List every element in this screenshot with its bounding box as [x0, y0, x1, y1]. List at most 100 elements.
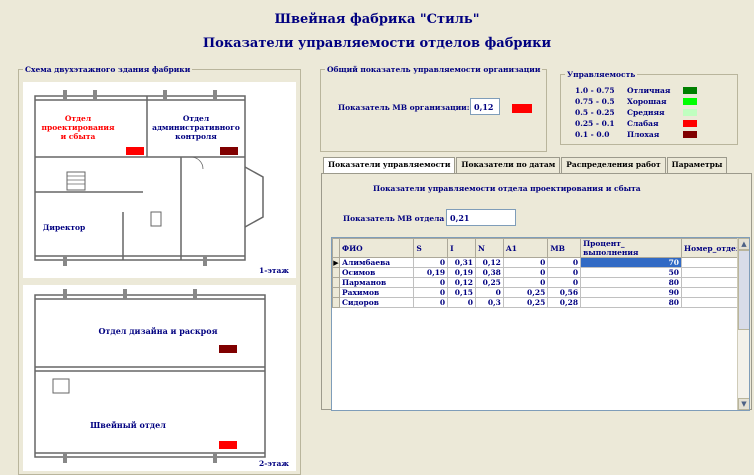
scale-item: 1.0 - 0.75 Отличная [575, 86, 670, 95]
table-cell[interactable]: 0 [413, 297, 449, 308]
building-schema-legend: Схема двухэтажного здания фабрики [25, 65, 191, 74]
table-cell[interactable]: 0 [413, 287, 449, 298]
table-cell[interactable]: 0 [502, 267, 549, 278]
row-indicator[interactable] [332, 267, 340, 278]
tab-strip: Показатели управляемости Показатели по д… [323, 157, 728, 173]
scale-legend: Управляемость [567, 70, 636, 79]
empty-row [333, 341, 749, 352]
table-row[interactable]: Парманов00,120,2500801 [332, 277, 749, 288]
table-cell[interactable]: Осимов [338, 267, 415, 278]
table-cell[interactable]: 80 [580, 277, 683, 288]
table-row[interactable]: Рахимов00,1500,250,56901 [332, 287, 749, 298]
table-cell[interactable]: 90 [580, 287, 683, 298]
room-design-sales-label: Отдел проектирования и сбыта [41, 114, 115, 141]
tab-parameters[interactable]: Параметры [666, 157, 728, 173]
table-cell[interactable]: 0,25 [502, 297, 549, 308]
table-cell[interactable]: 0,56 [547, 287, 582, 298]
design-cutting-indicator[interactable] [219, 345, 237, 353]
table-cell[interactable]: 0,15 [447, 287, 477, 298]
room-admin-control-label: Отдел административного контроля [152, 114, 240, 141]
table-cell[interactable]: 0,19 [447, 267, 477, 278]
admin-control-indicator[interactable] [220, 147, 238, 155]
table-cell[interactable]: 0 [547, 277, 582, 288]
table-cell[interactable]: 0 [502, 277, 549, 288]
scale-swatch [683, 98, 697, 105]
table-cell[interactable]: 0 [475, 287, 504, 298]
org-mb-label: Показатель МВ организации: [338, 103, 470, 112]
scroll-up-icon[interactable]: ▲ [738, 238, 749, 250]
table-cell[interactable]: 0,25 [475, 277, 504, 288]
org-mb-field[interactable]: 0,12 [470, 98, 500, 115]
row-indicator[interactable]: ▶ [332, 257, 340, 268]
table-cell[interactable]: Рахимов [338, 287, 415, 298]
employee-grid[interactable]: ФИО S I N A1 MB Процент_ выполнения Номе… [331, 237, 750, 411]
table-cell[interactable]: 0,12 [475, 257, 504, 268]
table-cell[interactable]: 0,25 [502, 287, 549, 298]
scale-range: 0.5 - 0.25 [575, 108, 615, 117]
table-cell[interactable]: 0 [413, 277, 449, 288]
grid-vertical-scrollbar[interactable]: ▲ ▼ [737, 238, 749, 410]
design-sales-indicator[interactable] [126, 147, 144, 155]
table-row[interactable]: Сидоров000,30,250,28801 [332, 297, 749, 308]
scale-swatch [683, 131, 697, 138]
col-s[interactable]: S [413, 238, 449, 258]
scale-name: Плохая [627, 130, 660, 139]
scale-item: 0.5 - 0.25 Средняя [575, 108, 665, 117]
dept-mb-label: Показатель МВ отдела [343, 214, 445, 223]
room-sewing-label: Швейный отдел [90, 420, 166, 430]
tab-management[interactable]: Показатели управляемости [323, 157, 456, 173]
dept-mb-field[interactable]: 0,21 [446, 209, 516, 226]
col-percent[interactable]: Процент_ выполнения [580, 238, 683, 258]
empty-row [333, 363, 749, 374]
col-fio[interactable]: ФИО [338, 238, 415, 258]
table-cell[interactable]: 0,19 [413, 267, 449, 278]
scale-name: Слабая [627, 119, 659, 128]
floor2-label: 2-этаж [259, 459, 289, 468]
app-title: Швейная фабрика "Стиль" [274, 12, 480, 27]
page-subtitle: Показатели управляемости отделов фабрики [202, 36, 552, 51]
table-row[interactable]: ▶Алимбаева00,310,1200701 [332, 257, 749, 268]
table-row[interactable]: Осимов0,190,190,3800501 [332, 267, 749, 278]
room-director-label: Директор [42, 223, 86, 232]
floor1-label: 1-этаж [259, 266, 289, 275]
table-cell[interactable]: 0 [547, 257, 582, 268]
table-cell[interactable]: Алимбаева [338, 257, 415, 268]
table-cell[interactable]: 80 [580, 297, 683, 308]
scale-item: 0.1 - 0.0 Плохая [575, 130, 659, 139]
org-mb-indicator [512, 104, 532, 113]
table-cell[interactable]: 0 [413, 257, 449, 268]
table-cell[interactable]: 50 [580, 267, 683, 278]
table-cell[interactable]: 0,28 [547, 297, 582, 308]
row-indicator[interactable] [332, 297, 340, 308]
col-mb[interactable]: MB [547, 238, 582, 258]
tab-work-distribution[interactable]: Распределения работ [561, 157, 666, 173]
floor1-plan: Отдел проектирования и сбыта Отдел админ… [23, 82, 296, 278]
table-cell[interactable]: Парманов [338, 277, 415, 288]
empty-row [333, 352, 749, 363]
row-indicator[interactable] [332, 287, 340, 298]
scale-item: 0.75 - 0.5 Хорошая [575, 97, 667, 106]
employee-table-body: ▶Алимбаева00,310,1200701Осимов0,190,190,… [332, 257, 749, 396]
table-cell[interactable]: Сидоров [338, 297, 415, 308]
scroll-down-icon[interactable]: ▼ [738, 398, 749, 410]
org-indicator-legend: Общий показатель управляемости организац… [327, 65, 541, 74]
scale-name: Средняя [627, 108, 665, 117]
sewing-indicator[interactable] [219, 441, 237, 449]
table-cell[interactable]: 70 [580, 257, 683, 268]
tab-by-dates[interactable]: Показатели по датам [456, 157, 561, 173]
col-n[interactable]: N [475, 238, 504, 258]
scale-range: 0.25 - 0.1 [575, 119, 615, 128]
table-cell[interactable]: 0 [547, 267, 582, 278]
col-a1[interactable]: A1 [502, 238, 549, 258]
table-cell[interactable]: 0 [502, 257, 549, 268]
table-cell[interactable]: 0,3 [475, 297, 504, 308]
table-cell[interactable]: 0,38 [475, 267, 504, 278]
table-cell[interactable]: 0,31 [447, 257, 477, 268]
table-cell[interactable]: 0,12 [447, 277, 477, 288]
scale-name: Отличная [627, 86, 671, 95]
empty-row [333, 374, 749, 385]
scroll-thumb[interactable] [738, 250, 749, 330]
row-indicator[interactable] [332, 277, 340, 288]
col-i[interactable]: I [447, 238, 477, 258]
table-cell[interactable]: 0 [447, 297, 477, 308]
